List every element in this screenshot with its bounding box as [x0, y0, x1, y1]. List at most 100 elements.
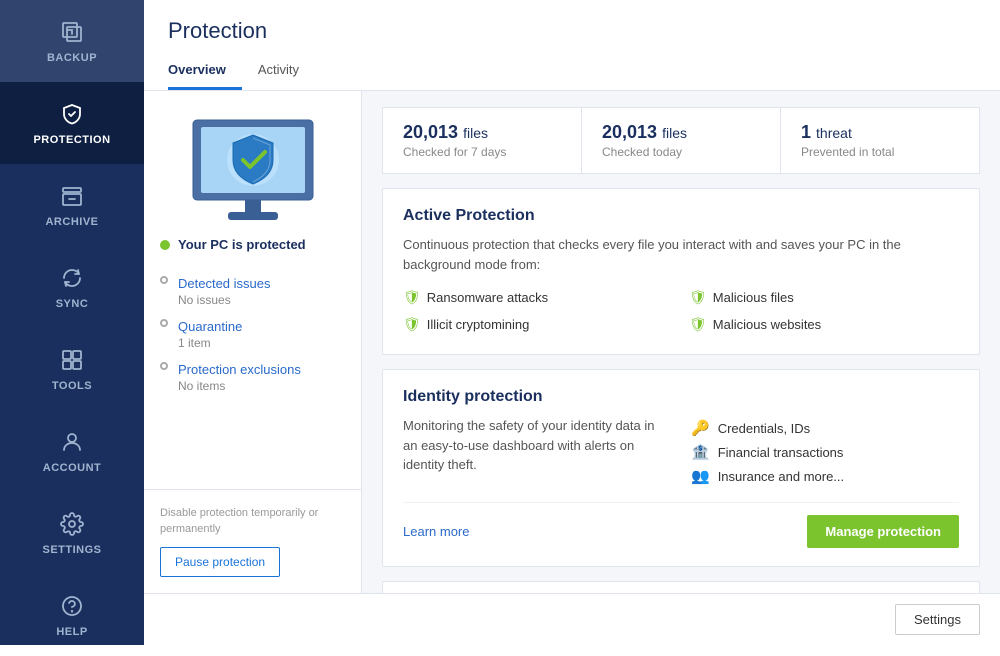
sidebar-label-account: ACCOUNT [43, 462, 102, 474]
pause-section: Disable protection temporarily or perman… [144, 489, 361, 593]
feature-malicious-websites: 🛡 Malicious websites [689, 313, 959, 336]
identity-label-insurance: Insurance and more... [718, 469, 844, 484]
shield-check-icon-4: 🛡 [689, 316, 707, 333]
identity-protection-card: Identity protection Monitoring the safet… [382, 369, 980, 567]
sidebar-item-help[interactable]: HELP [0, 574, 144, 656]
feature-malicious-files: 🛡 Malicious files [689, 286, 959, 309]
sidebar-item-backup[interactable]: BACKUP [0, 0, 144, 82]
identity-feature-insurance: 👥 Insurance and more... [691, 464, 959, 488]
settings-icon [58, 510, 86, 538]
stat-label-threats: Prevented in total [801, 145, 959, 159]
sidebar-label-protection: PROTECTION [33, 134, 110, 146]
menu-item-exclusions-text: Protection exclusions No items [178, 362, 301, 393]
learn-more-link[interactable]: Learn more [403, 524, 469, 539]
feature-label-malicious-files: Malicious files [713, 290, 794, 305]
stat-checked-7days: 20,013 files Checked for 7 days [383, 108, 582, 173]
tabs: Overview Activity [168, 56, 976, 90]
feature-label-malicious-websites: Malicious websites [713, 317, 821, 332]
protection-visual [144, 91, 361, 237]
account-icon [58, 428, 86, 456]
identity-label-financial: Financial transactions [718, 445, 844, 460]
stat-number-today: 20,013 [602, 122, 657, 142]
sidebar-item-archive[interactable]: ARCHIVE [0, 164, 144, 246]
stat-label-today: Checked today [602, 145, 760, 159]
identity-body: Monitoring the safety of your identity d… [403, 416, 959, 488]
identity-features: 🔑 Credentials, IDs 🏦 Financial transacti… [691, 416, 959, 488]
pause-hint: Disable protection temporarily or perman… [160, 506, 345, 537]
shield-check-icon-3: 🛡 [403, 316, 421, 333]
sidebar-item-settings[interactable]: SETTINGS [0, 492, 144, 574]
status-dot [160, 240, 170, 250]
menu-dot-exclusions [160, 362, 168, 370]
status-text: Your PC is protected [178, 237, 306, 252]
person-icon: 👥 [691, 467, 710, 485]
identity-feature-credentials: 🔑 Credentials, IDs [691, 416, 959, 440]
sidebar-item-sync[interactable]: SYNC [0, 246, 144, 328]
active-protection-card: Active Protection Continuous protection … [382, 188, 980, 355]
help-icon [58, 592, 86, 620]
left-panel: Your PC is protected Detected issues No … [144, 91, 362, 593]
tools-icon [58, 346, 86, 374]
monitor-illustration [183, 115, 323, 225]
menu-item-quarantine-text: Quarantine 1 item [178, 319, 242, 350]
sidebar-item-protection[interactable]: PROTECTION [0, 82, 144, 164]
antivirus-scan-card: Antivirus scan On-demand protection that… [382, 581, 980, 593]
page-title: Protection [168, 18, 976, 44]
sidebar-label-help: HELP [56, 626, 87, 638]
menu-item-detected-issues[interactable]: Detected issues No issues [144, 268, 361, 311]
feature-cryptomining: 🛡 Illicit cryptomining [403, 313, 673, 336]
content-area: Your PC is protected Detected issues No … [144, 91, 1000, 593]
active-protection-features: 🛡 Ransomware attacks 🛡 Malicious files 🛡… [403, 286, 959, 336]
stat-number-7days: 20,013 [403, 122, 458, 142]
stat-unit-today: files [662, 125, 687, 141]
tab-activity[interactable]: Activity [258, 56, 315, 90]
main-content: Protection Overview Activity [144, 0, 1000, 645]
feature-label-ransomware: Ransomware attacks [427, 290, 548, 305]
archive-icon [58, 182, 86, 210]
identity-label-credentials: Credentials, IDs [718, 421, 810, 436]
shield-check-icon-1: 🛡 [403, 289, 421, 306]
sidebar-label-sync: SYNC [56, 298, 89, 310]
shield-check-icon-2: 🛡 [689, 289, 707, 306]
settings-button[interactable]: Settings [895, 604, 980, 635]
feature-label-cryptomining: Illicit cryptomining [427, 317, 530, 332]
manage-protection-button[interactable]: Manage protection [807, 515, 959, 548]
active-protection-desc: Continuous protection that checks every … [403, 235, 959, 274]
sidebar-label-archive: ARCHIVE [45, 216, 98, 228]
sync-icon [58, 264, 86, 292]
identity-card-footer: Learn more Manage protection [403, 502, 959, 548]
key-icon: 🔑 [691, 419, 710, 437]
active-protection-title: Active Protection [403, 207, 959, 225]
sidebar-item-tools[interactable]: TOOLS [0, 328, 144, 410]
tab-overview[interactable]: Overview [168, 56, 242, 90]
status-row: Your PC is protected [144, 237, 361, 268]
stats-row: 20,013 files Checked for 7 days 20,013 f… [382, 107, 980, 174]
protection-icon [58, 100, 86, 128]
sidebar: BACKUP PROTECTION ARCHIVE [0, 0, 144, 645]
stat-unit-7days: files [463, 125, 488, 141]
page-header: Protection Overview Activity [144, 0, 1000, 91]
bank-icon: 🏦 [691, 443, 710, 461]
stat-unit-threats: threat [816, 125, 852, 141]
sidebar-label-tools: TOOLS [52, 380, 92, 392]
stat-checked-today: 20,013 files Checked today [582, 108, 781, 173]
right-panel: 20,013 files Checked for 7 days 20,013 f… [362, 91, 1000, 593]
sidebar-item-account[interactable]: ACCOUNT [0, 410, 144, 492]
menu-item-quarantine[interactable]: Quarantine 1 item [144, 311, 361, 354]
sidebar-label-backup: BACKUP [47, 52, 97, 64]
menu-item-detected-text: Detected issues No issues [178, 276, 271, 307]
menu-item-exclusions[interactable]: Protection exclusions No items [144, 354, 361, 397]
identity-feature-financial: 🏦 Financial transactions [691, 440, 959, 464]
menu-dot-quarantine [160, 319, 168, 327]
stat-label-7days: Checked for 7 days [403, 145, 561, 159]
pause-protection-button[interactable]: Pause protection [160, 547, 280, 577]
identity-protection-title: Identity protection [403, 388, 959, 406]
feature-ransomware: 🛡 Ransomware attacks [403, 286, 673, 309]
identity-desc: Monitoring the safety of your identity d… [403, 416, 671, 488]
backup-icon [58, 18, 86, 46]
sidebar-label-settings: SETTINGS [42, 544, 101, 556]
menu-dot-detected [160, 276, 168, 284]
stat-threats: 1 threat Prevented in total [781, 108, 979, 173]
bottom-bar: Settings [144, 593, 1000, 645]
stat-number-threats: 1 [801, 122, 811, 142]
